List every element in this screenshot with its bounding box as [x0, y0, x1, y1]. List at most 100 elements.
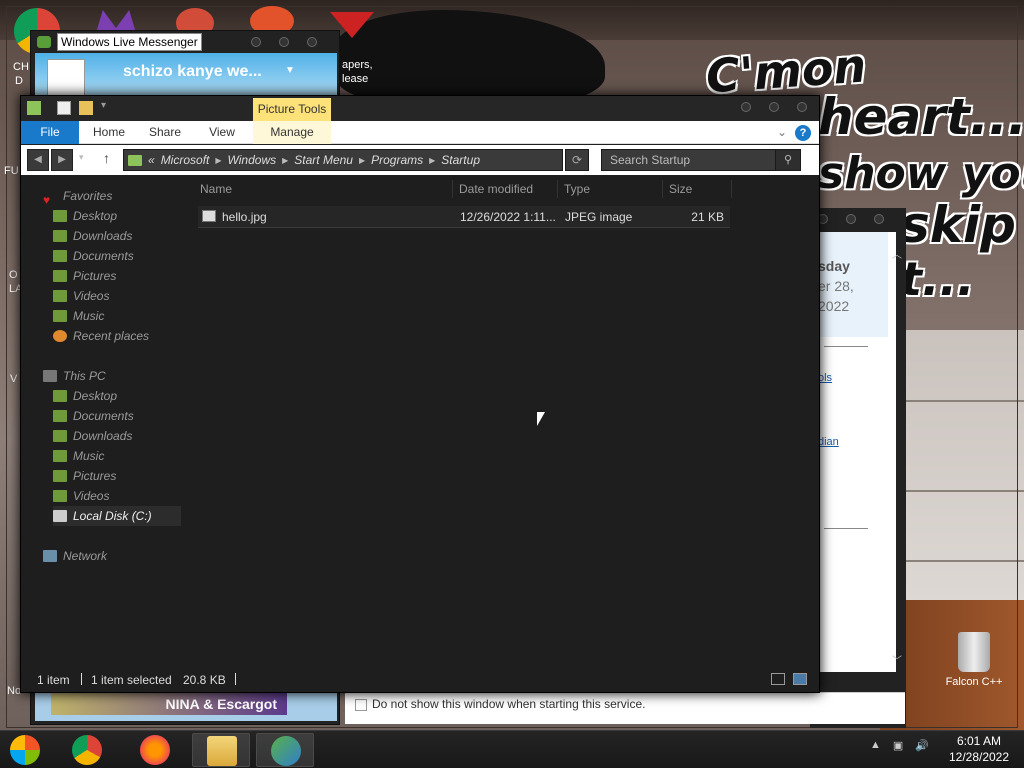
- column-divider[interactable]: [557, 180, 558, 198]
- address-bar[interactable]: « Microsoft ▶ Windows ▶ Start Menu ▶ Pro…: [123, 149, 563, 171]
- maximize-button[interactable]: [279, 37, 289, 47]
- chevron-down-icon[interactable]: ▼: [285, 65, 295, 76]
- dialog-link[interactable]: ols: [818, 372, 832, 384]
- properties-icon[interactable]: [57, 101, 71, 115]
- chevron-up-icon[interactable]: ︿: [892, 246, 902, 261]
- chevron-down-icon[interactable]: ▾: [101, 100, 106, 111]
- breadcrumb-separator-icon[interactable]: ▶: [282, 156, 288, 165]
- volume-icon[interactable]: 🔊: [915, 739, 929, 752]
- back-button[interactable]: ◀: [27, 149, 49, 171]
- breadcrumb-separator-icon[interactable]: ▶: [429, 156, 435, 165]
- close-button[interactable]: [874, 214, 884, 224]
- music-icon: [53, 450, 67, 462]
- column-divider[interactable]: [731, 180, 732, 198]
- table-row[interactable]: hello.jpg 12/26/2022 1:11... JPEG image …: [198, 206, 730, 228]
- recent-locations-icon[interactable]: ▾: [79, 152, 84, 163]
- up-button[interactable]: ↑: [103, 150, 110, 166]
- taskbar-chrome[interactable]: [58, 733, 116, 767]
- downloads-icon: [53, 230, 67, 242]
- minimize-button[interactable]: [741, 102, 751, 112]
- details-view-icon[interactable]: [771, 673, 785, 685]
- nav-favorites-recent[interactable]: Recent places: [53, 326, 213, 346]
- nav-thispc-pictures[interactable]: Pictures: [53, 466, 213, 486]
- large-icons-view-icon[interactable]: [793, 673, 807, 685]
- nav-this-pc[interactable]: This PC: [43, 366, 203, 386]
- column-divider[interactable]: [452, 180, 453, 198]
- messenger-icon: [271, 736, 301, 766]
- help-icon[interactable]: ?: [795, 125, 811, 141]
- nav-favorites-pictures[interactable]: Pictures: [53, 266, 213, 286]
- taskbar-file-explorer[interactable]: [192, 733, 250, 767]
- taskbar: ▲ ▣ 🔊 6:01 AM 12/28/2022: [0, 730, 1024, 768]
- refresh-button[interactable]: ⟳: [565, 149, 589, 171]
- desktop-label-fragment: FU: [4, 165, 19, 177]
- taskbar-firefox[interactable]: [126, 733, 184, 767]
- nav-thispc-videos[interactable]: Videos: [53, 486, 213, 506]
- minimize-button[interactable]: [251, 37, 261, 47]
- nav-thispc-music[interactable]: Music: [53, 446, 213, 466]
- service-dialog[interactable]: sday er 28, 2022 ols dian ︿ ﹀: [810, 208, 906, 728]
- network-icon: [43, 550, 57, 562]
- file-explorer-window[interactable]: ▾ Picture Tools File Home Share View Man…: [20, 95, 820, 693]
- nav-thispc-downloads[interactable]: Downloads: [53, 426, 213, 446]
- breadcrumb-item[interactable]: Start Menu: [294, 153, 353, 167]
- dialog-link[interactable]: dian: [818, 436, 839, 448]
- search-icon[interactable]: ⚲: [775, 149, 801, 171]
- divider: [81, 673, 82, 685]
- image-file-icon: [202, 210, 216, 222]
- breadcrumb-item[interactable]: Programs: [371, 153, 423, 167]
- desktop-label-fragment: No: [7, 685, 22, 697]
- close-button[interactable]: [307, 37, 317, 47]
- maximize-button[interactable]: [846, 214, 856, 224]
- maximize-button[interactable]: [769, 102, 779, 112]
- show-hidden-icons-icon[interactable]: ▲: [870, 739, 881, 752]
- avatar[interactable]: [47, 59, 85, 97]
- breadcrumb-item[interactable]: Microsoft: [161, 153, 210, 167]
- messenger-titlebar[interactable]: Windows Live Messenger: [31, 31, 339, 53]
- recycle-bin[interactable]: Falcon C++: [944, 632, 1004, 688]
- nav-label: Downloads: [73, 429, 133, 443]
- nav-favorites-documents[interactable]: Documents: [53, 246, 213, 266]
- dont-show-checkbox[interactable]: [355, 699, 367, 711]
- tab-manage[interactable]: Manage: [253, 121, 331, 144]
- messenger-display-name[interactable]: schizo kanye we...: [123, 63, 262, 81]
- breadcrumb-separator-icon[interactable]: ▶: [215, 156, 221, 165]
- messenger-ad-banner[interactable]: NINA & Escargot: [51, 693, 287, 715]
- search-input[interactable]: Search Startup: [601, 149, 801, 171]
- nav-favorites[interactable]: ♥ Favorites: [43, 186, 203, 207]
- breadcrumb-overflow[interactable]: «: [148, 153, 155, 167]
- tab-home[interactable]: Home: [83, 121, 135, 144]
- breadcrumb-separator-icon[interactable]: ▶: [359, 156, 365, 165]
- nav-favorites-music[interactable]: Music: [53, 306, 213, 326]
- tab-share[interactable]: Share: [139, 121, 191, 144]
- column-divider[interactable]: [662, 180, 663, 198]
- tab-view[interactable]: View: [197, 121, 247, 144]
- nav-thispc-desktop[interactable]: Desktop: [53, 386, 213, 406]
- nav-thispc-local-disk[interactable]: Local Disk (C:): [53, 506, 181, 526]
- nav-thispc-documents[interactable]: Documents: [53, 406, 213, 426]
- network-icon[interactable]: ▣: [893, 739, 903, 752]
- nav-favorites-desktop[interactable]: Desktop: [53, 206, 213, 226]
- taskbar-messenger[interactable]: [256, 733, 314, 767]
- nav-label: Music: [73, 449, 105, 463]
- new-folder-icon[interactable]: [79, 101, 93, 115]
- column-header-type[interactable]: Type: [564, 182, 590, 196]
- explorer-titlebar[interactable]: ▾ Picture Tools: [21, 96, 819, 121]
- breadcrumb-item[interactable]: Startup: [441, 153, 480, 167]
- clock[interactable]: 6:01 AM 12/28/2022: [940, 733, 1018, 765]
- column-header-date[interactable]: Date modified: [459, 182, 533, 196]
- nav-network[interactable]: Network: [43, 546, 203, 566]
- column-header-name[interactable]: Name: [200, 182, 232, 196]
- chevron-down-icon[interactable]: ﹀: [892, 652, 902, 667]
- start-button[interactable]: [0, 733, 58, 767]
- clock-date: 12/28/2022: [948, 750, 1010, 764]
- messenger-title: Windows Live Messenger: [57, 33, 202, 51]
- nav-favorites-videos[interactable]: Videos: [53, 286, 213, 306]
- tab-file[interactable]: File: [21, 121, 79, 144]
- forward-button[interactable]: ▶: [51, 149, 73, 171]
- nav-favorites-downloads[interactable]: Downloads: [53, 226, 213, 246]
- breadcrumb-item[interactable]: Windows: [228, 153, 277, 167]
- chevron-down-icon[interactable]: ⌄: [777, 125, 787, 139]
- close-button[interactable]: [797, 102, 807, 112]
- column-header-size[interactable]: Size: [669, 182, 692, 196]
